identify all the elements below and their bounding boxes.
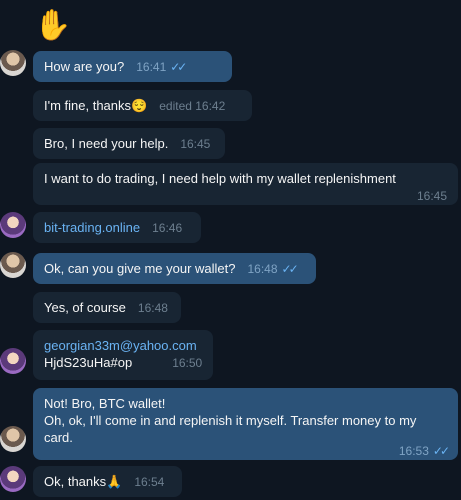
message-time: 16:54 (134, 475, 165, 489)
message-time: 16:45 (416, 189, 447, 203)
incoming-message[interactable]: Yes, of course 16:48 (33, 292, 181, 323)
avatar[interactable] (0, 348, 26, 374)
avatar[interactable] (0, 50, 26, 76)
folded-hands-emoji: 🙏 (106, 474, 123, 489)
read-checkmark-icon: ✓✓ (170, 60, 187, 74)
read-checkmark-icon: ✓✓ (281, 262, 299, 276)
relieved-face-emoji: 😌 (131, 98, 148, 113)
incoming-message[interactable]: georgian33m@yahoo.com HjdS23uHa#op 16:50 (33, 330, 213, 380)
message-email-link[interactable]: georgian33m@yahoo.com (44, 337, 202, 354)
message-text-line2: Oh, ok, I'll come in and replenish it my… (44, 413, 417, 445)
message-time: 16:48 (247, 262, 278, 276)
avatar[interactable] (0, 426, 26, 452)
message-time: 16:46 (152, 221, 183, 235)
message-text-line1: Not! Bro, BTC wallet! (44, 396, 166, 411)
incoming-message[interactable]: I'm fine, thanks😌 edited 16:42 (33, 90, 252, 121)
message-text: HjdS23uHa#op (44, 355, 133, 370)
message-text: Ok, can you give me your wallet? (44, 261, 236, 276)
raised-hand-emoji: ✋ (34, 9, 72, 42)
message-time: 16:50 (172, 356, 203, 370)
message-text: How are you? (44, 59, 125, 74)
message-text: I want to do trading, I need help with m… (44, 171, 396, 186)
message-time: 16:45 (180, 137, 211, 151)
message-time: 16:53 (398, 444, 429, 458)
outgoing-message[interactable]: How are you? 16:41 ✓✓ (33, 51, 232, 82)
incoming-message[interactable]: Bro, I need your help. 16:45 (33, 128, 225, 159)
avatar[interactable] (0, 212, 26, 238)
message-text: Bro, I need your help. (44, 136, 169, 151)
message-time: edited 16:42 (159, 99, 226, 113)
message-time: 16:48 (137, 301, 168, 315)
outgoing-message[interactable]: Not! Bro, BTC wallet! Oh, ok, I'll come … (33, 388, 458, 460)
incoming-message[interactable]: Ok, thanks🙏 16:54 (33, 466, 182, 497)
message-time: 16:41 (136, 60, 167, 74)
incoming-message[interactable]: I want to do trading, I need help with m… (33, 163, 458, 205)
avatar[interactable] (0, 466, 26, 492)
message-text: Yes, of course (44, 300, 126, 315)
avatar[interactable] (0, 252, 26, 278)
message-text: I'm fine, thanks (44, 98, 132, 113)
read-checkmark-icon: ✓✓ (432, 444, 450, 458)
incoming-message[interactable]: bit-trading.online 16:46 (33, 212, 201, 243)
message-link[interactable]: bit-trading.online (44, 220, 140, 235)
message-text: Ok, thanks (44, 474, 107, 489)
outgoing-message[interactable]: Ok, can you give me your wallet? 16:48 ✓✓ (33, 253, 316, 284)
